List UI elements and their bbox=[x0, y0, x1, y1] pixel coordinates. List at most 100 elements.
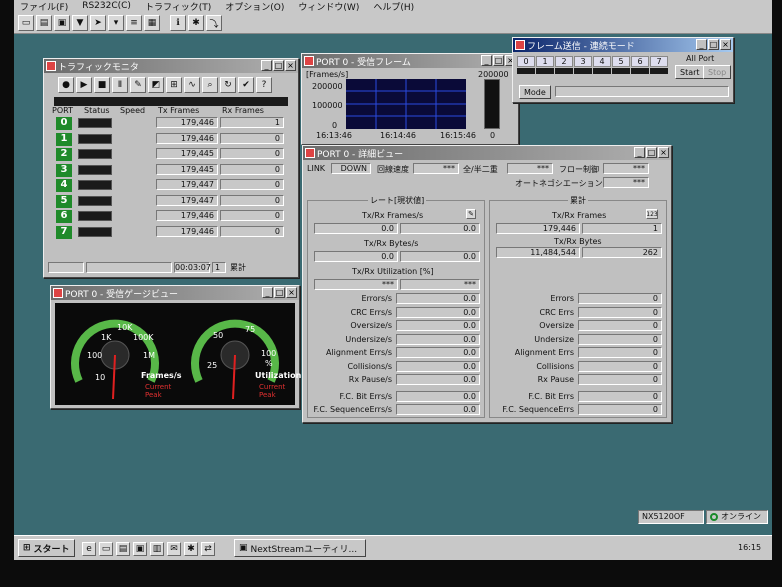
maximize-icon[interactable]: □ bbox=[273, 60, 284, 71]
minimize-icon[interactable]: _ bbox=[262, 287, 273, 298]
column-tabs[interactable] bbox=[54, 97, 288, 106]
status-indicator bbox=[78, 211, 112, 221]
rate-group: レート[現状値] Tx/Rx Frames/s ✎ 0.0 0.0 Tx/Rx … bbox=[307, 195, 485, 418]
minimize-icon[interactable]: _ bbox=[696, 39, 707, 50]
rx-frames-titlebar[interactable]: PORT 0 - 受信フレーム _ □ × bbox=[302, 54, 518, 68]
send-port-6[interactable]: 6 bbox=[631, 56, 649, 74]
tcount-icon[interactable]: ⊞ bbox=[166, 77, 182, 93]
table-row[interactable]: 6 179,446 0 bbox=[44, 209, 300, 223]
terminal-icon[interactable]: ▣ bbox=[133, 542, 147, 556]
maximize-icon[interactable]: □ bbox=[646, 147, 657, 158]
rx-frames-value: 1 bbox=[220, 117, 284, 128]
column-header: Status bbox=[84, 106, 110, 115]
port-indicator bbox=[650, 68, 668, 74]
send-port-2[interactable]: 2 bbox=[555, 56, 573, 74]
start-button[interactable]: Start bbox=[675, 65, 705, 79]
doc-icon[interactable]: ▥ bbox=[150, 542, 164, 556]
table-row[interactable]: 2 179,445 0 bbox=[44, 147, 300, 161]
all-port-label: All Port bbox=[686, 54, 715, 63]
table-row[interactable]: 3 179,445 0 bbox=[44, 163, 300, 177]
menu-item[interactable]: ファイル(F) bbox=[20, 0, 68, 13]
stop-button[interactable]: Stop bbox=[703, 65, 732, 79]
menu-item[interactable]: オプション(O) bbox=[225, 0, 284, 13]
taskbar-app-button[interactable]: ▣ NextStreamユーティリ... bbox=[234, 539, 366, 557]
frame-send-titlebar[interactable]: フレーム送信 - 連続モード _ □ × bbox=[513, 38, 733, 52]
settings-icon[interactable]: ✱ bbox=[188, 15, 204, 31]
sample-count: 1 bbox=[212, 262, 226, 273]
stop-icon[interactable]: ■ bbox=[94, 77, 110, 93]
tx-frames-value: 179,447 bbox=[156, 194, 218, 206]
send-port-7[interactable]: 7 bbox=[650, 56, 668, 74]
total-frames-tx: 179,446 bbox=[496, 223, 580, 234]
record-icon[interactable]: ● bbox=[58, 77, 74, 93]
table-row[interactable]: 4 179,447 0 bbox=[44, 178, 300, 192]
close-icon[interactable]: × bbox=[286, 287, 297, 298]
fc-error-label: F.C. Bit Errs/s bbox=[339, 392, 392, 401]
error-value: 0.0 bbox=[396, 320, 480, 331]
save-icon[interactable]: ▣ bbox=[54, 15, 70, 31]
zoom-icon[interactable]: ⌕ bbox=[202, 77, 218, 93]
network-icon[interactable]: ⇄ bbox=[201, 542, 215, 556]
maximize-icon[interactable]: □ bbox=[493, 55, 504, 66]
start-menu-button[interactable]: ⊞ スタート bbox=[18, 539, 75, 557]
play-icon[interactable]: ▶ bbox=[76, 77, 92, 93]
receive-icon[interactable]: ▾ bbox=[108, 15, 124, 31]
graph-icon[interactable]: ◩ bbox=[148, 77, 164, 93]
help-icon[interactable]: ? bbox=[256, 77, 272, 93]
clear-icon[interactable]: ✎ bbox=[130, 77, 146, 93]
window-title: トラフィックモニタ bbox=[58, 62, 139, 73]
mode-button[interactable]: Mode bbox=[519, 85, 551, 99]
send-port-1[interactable]: 1 bbox=[536, 56, 554, 74]
table-row[interactable]: 0 179,446 1 bbox=[44, 116, 300, 130]
send-port-3[interactable]: 3 bbox=[574, 56, 592, 74]
rate-util-tx: *** bbox=[314, 279, 398, 290]
table-row[interactable]: 1 179,446 0 bbox=[44, 132, 300, 146]
send-port-4[interactable]: 4 bbox=[593, 56, 611, 74]
desktop-icon[interactable]: ▭ bbox=[99, 542, 113, 556]
detail-view-titlebar[interactable]: PORT 0 - 詳細ビュー _ □ × bbox=[303, 146, 671, 160]
maximize-icon[interactable]: □ bbox=[274, 287, 285, 298]
menu-item[interactable]: RS232C(C) bbox=[82, 1, 131, 11]
table-row[interactable]: 5 179,447 0 bbox=[44, 194, 300, 208]
tool-icon[interactable]: ✱ bbox=[184, 542, 198, 556]
menu-item[interactable]: トラフィック(T) bbox=[145, 0, 211, 13]
list-icon[interactable]: ≡ bbox=[126, 15, 142, 31]
link-icon[interactable]: ⤵ bbox=[206, 15, 222, 31]
total-frames-label: Tx/Rx Frames bbox=[552, 211, 607, 220]
gauge-tick: 10 bbox=[95, 373, 106, 382]
check-icon[interactable]: ✔ bbox=[238, 77, 254, 93]
duplex-label: 全/半二重 bbox=[463, 165, 498, 174]
send-port-5[interactable]: 5 bbox=[612, 56, 630, 74]
folder-icon[interactable]: ▤ bbox=[116, 542, 130, 556]
error-label: Rx Pause bbox=[537, 375, 574, 384]
send-icon[interactable]: ➤ bbox=[90, 15, 106, 31]
chart-icon[interactable]: ∿ bbox=[184, 77, 200, 93]
filter-icon[interactable]: ▼ bbox=[72, 15, 88, 31]
menu-item[interactable]: ウィンドウ(W) bbox=[298, 0, 359, 13]
rx-gauge-titlebar[interactable]: PORT 0 - 受信ゲージビュー _ □ × bbox=[51, 286, 299, 300]
traffic-toolbar: ● ▶ ■ Ⅱ ✎ ◩ ⊞ ∿ ⌕ ↻ ✔? bbox=[44, 73, 298, 97]
ie-icon[interactable]: e bbox=[82, 542, 96, 556]
minimize-icon[interactable]: _ bbox=[261, 60, 272, 71]
mail-icon[interactable]: ✉ bbox=[167, 542, 181, 556]
x-tick: 16:13:46 bbox=[316, 131, 352, 140]
close-icon[interactable]: × bbox=[720, 39, 731, 50]
pause-icon[interactable]: Ⅱ bbox=[112, 77, 128, 93]
edit-icon[interactable]: ✎ bbox=[466, 209, 476, 219]
maximize-icon[interactable]: □ bbox=[708, 39, 719, 50]
send-port-0[interactable]: 0 bbox=[517, 56, 535, 74]
info-icon[interactable]: ℹ bbox=[170, 15, 186, 31]
table-icon[interactable]: ▦ bbox=[144, 15, 160, 31]
minimize-icon[interactable]: _ bbox=[481, 55, 492, 66]
counter-icon[interactable]: 123 bbox=[646, 209, 658, 219]
close-icon[interactable]: × bbox=[285, 60, 296, 71]
menu-item[interactable]: ヘルプ(H) bbox=[373, 0, 414, 13]
open-icon[interactable]: ▤ bbox=[36, 15, 52, 31]
refresh-icon[interactable]: ↻ bbox=[220, 77, 236, 93]
traffic-monitor-titlebar[interactable]: トラフィックモニタ _ □ × bbox=[44, 59, 298, 73]
new-icon[interactable]: ▭ bbox=[18, 15, 34, 31]
column-header: Rx Frames bbox=[222, 106, 264, 115]
minimize-icon[interactable]: _ bbox=[634, 147, 645, 158]
close-icon[interactable]: × bbox=[658, 147, 669, 158]
table-row[interactable]: 7 179,446 0 bbox=[44, 225, 300, 239]
